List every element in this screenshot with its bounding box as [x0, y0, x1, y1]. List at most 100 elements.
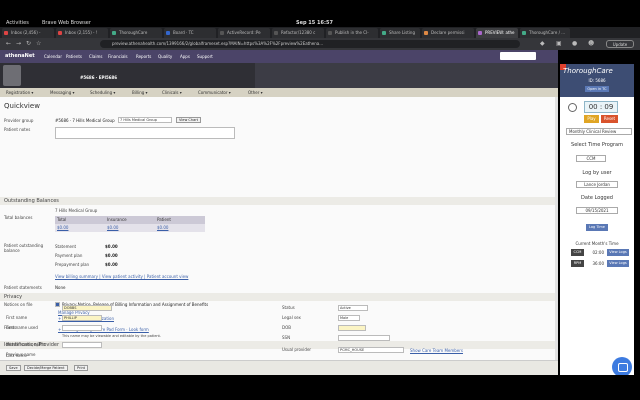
tab-5[interactable]: Refactor/12380 c — [272, 28, 324, 38]
activities-button[interactable]: Activities — [6, 20, 29, 26]
balance-header-patient: Patient — [155, 216, 205, 224]
manage-privacy-link[interactable]: Manage Privacy — [58, 310, 90, 315]
tab-8[interactable]: Declare permissi — [422, 28, 474, 38]
nav-item-support[interactable]: Support — [197, 54, 213, 59]
notices-checkbox[interactable] — [55, 302, 60, 307]
patient-outstanding-label: Patient outstanding balance — [4, 243, 44, 253]
ccm-tag: CCM — [571, 249, 584, 256]
search-input[interactable] — [500, 52, 536, 60]
rpm-view-logs-button[interactable]: View Logs — [607, 260, 629, 267]
provider-group-select[interactable]: 7 Hills Medical Group — [118, 117, 172, 123]
subnav-registration[interactable]: Registration ▾ — [6, 90, 33, 95]
tab-1[interactable]: Inbox (2,155) - ! — [56, 28, 108, 38]
app-name[interactable]: Brave Web Browser — [42, 20, 91, 26]
balance-patient-value[interactable]: $0.00 — [155, 224, 205, 232]
subnav-clinicals[interactable]: Clinicals ▾ — [162, 90, 182, 95]
address-bar-row: ← → ↻ ☆ preview.athenahealth.com/1399166… — [0, 38, 640, 50]
balance-total-value[interactable]: $0.00 — [55, 224, 105, 232]
brave-shield-icon[interactable]: ◆ — [540, 40, 545, 48]
tab-favicon-icon — [112, 31, 116, 35]
nav-item-financials[interactable]: Financials — [108, 54, 128, 59]
tab-label: Refactor/12380 c — [281, 30, 316, 35]
review-select[interactable]: Monthly Clinical Review — [566, 128, 632, 135]
patient-ids: #5686 · EPI5686 — [80, 75, 118, 80]
reload-icon[interactable]: ↻ — [26, 40, 31, 48]
chat-icon[interactable] — [612, 357, 632, 377]
balance-header-insurance: Insurance — [105, 216, 155, 224]
subnav-other[interactable]: Other ▾ — [248, 90, 263, 95]
profile-icon[interactable]: ☻ — [588, 40, 594, 48]
select-program-label: Select Time Program — [571, 142, 623, 148]
tab-9-active[interactable]: PREVIEW: athe — [476, 28, 518, 38]
tab-favicon-icon — [382, 31, 386, 35]
nav-item-claims[interactable]: Claims — [89, 54, 102, 59]
athena-page: athenaNet Calendar Patients Claims Finan… — [0, 50, 558, 375]
subnav-scheduling[interactable]: Scheduling ▾ — [90, 90, 115, 95]
nav-item-quality[interactable]: Quality — [158, 54, 172, 59]
user-select[interactable]: Lance Jordan — [576, 181, 618, 188]
athena-subnav: Registration ▾ Messaging ▾ Scheduling ▾ … — [0, 88, 558, 97]
forms-label: Forms — [4, 325, 17, 330]
tab-6[interactable]: Publish in the CI- — [326, 28, 378, 38]
tab-label: PREVIEW: athe — [485, 30, 515, 35]
bookmark-icon[interactable]: ☆ — [36, 40, 41, 48]
provider-group-label: Provider group — [4, 118, 34, 123]
date-field[interactable]: 09/15/2021 — [576, 207, 618, 214]
url-field[interactable]: preview.athenahealth.com/1399166/2/globa… — [100, 40, 520, 48]
nav-item-patients[interactable]: Patients — [66, 54, 82, 59]
page-title: Quickview — [4, 102, 40, 110]
forward-icon[interactable]: → — [16, 40, 21, 48]
tab-10[interactable]: ThoroughCare / ... — [520, 28, 570, 38]
tab-2[interactable]: ThoroughCare — [110, 28, 162, 38]
back-icon[interactable]: ← — [6, 40, 11, 48]
extension-icon[interactable]: ● — [572, 40, 577, 48]
patient-notes-field[interactable] — [55, 127, 235, 139]
extension-icon[interactable]: ▣ — [556, 40, 562, 48]
subnav-messaging[interactable]: Messaging ▾ — [50, 90, 75, 95]
nav-item-apps[interactable]: Apps — [180, 54, 190, 59]
panel-brand: ThoroughCare — [563, 67, 613, 75]
log-time-button[interactable]: Log Time — [586, 224, 608, 231]
print-button[interactable]: Print — [74, 365, 89, 371]
tab-0[interactable]: Inbox (2,456) - — [2, 28, 54, 38]
banner-graphic — [255, 63, 558, 88]
billing-links[interactable]: View billing summary | View patient acti… — [55, 274, 188, 279]
forms-link[interactable]: + Add Digital Signature Pad Form · Look … — [58, 327, 149, 332]
timer-icon — [568, 103, 577, 112]
section-outstanding-balances: Outstanding Balances — [0, 197, 555, 205]
subnav-billing[interactable]: Billing ▾ — [132, 90, 148, 95]
nav-item-calendar[interactable]: Calendar — [44, 54, 62, 59]
thoroughcare-panel: ThoroughCare ID: 5686 Open in TC 00 : 09… — [560, 64, 634, 375]
rpm-tag: RPM — [571, 260, 584, 267]
update-button[interactable]: Update — [606, 40, 634, 48]
patient-notes-label: Patient notes — [4, 127, 31, 132]
tab-4[interactable]: ActiveRecord::Pe — [218, 28, 270, 38]
tab-7[interactable]: Share Listing — [380, 28, 420, 38]
open-in-tc-button[interactable]: Open in TC — [585, 86, 609, 92]
save-button[interactable]: Save — [6, 365, 21, 371]
screen: Activities Brave Web Browser Sep 15 16:5… — [0, 0, 640, 400]
statement-value: $0.00 — [105, 244, 118, 249]
current-month-label: Current Month's Time — [575, 241, 619, 246]
tab-favicon-icon — [478, 31, 482, 35]
notices-value: Privacy Notice, Release of Billing Infor… — [62, 302, 209, 307]
tab-3[interactable]: Board · TC — [164, 28, 216, 38]
provider-group-value: #5686 · 7 Hills Medical Group — [55, 118, 115, 123]
tab-label: Publish in the CI- — [335, 30, 369, 35]
athena-logo[interactable]: athenaNet — [5, 53, 35, 59]
clock[interactable]: Sep 15 16:57 — [296, 20, 333, 26]
section-identification: Identification/Provider — [0, 341, 555, 349]
page-scrollbar[interactable] — [555, 97, 558, 360]
balance-insurance-value[interactable]: $0.00 — [105, 224, 155, 232]
subnav-communicator[interactable]: Communicator ▾ — [198, 90, 231, 95]
nav-item-reports[interactable]: Reports — [136, 54, 151, 59]
ccm-time: 02:00 — [592, 250, 604, 255]
program-select[interactable]: CCM — [576, 155, 606, 162]
add-release-link[interactable]: + Add release authorization — [58, 316, 114, 321]
reset-button[interactable]: Reset — [601, 115, 618, 123]
ccm-view-logs-button[interactable]: View Logs — [607, 249, 629, 256]
rpm-time: 36:00 — [592, 261, 604, 266]
merge-patient-button[interactable]: Decide/Merge Patient — [24, 365, 68, 371]
view-chart-button[interactable]: View Chart — [176, 117, 202, 123]
play-button[interactable]: Play — [584, 115, 599, 123]
